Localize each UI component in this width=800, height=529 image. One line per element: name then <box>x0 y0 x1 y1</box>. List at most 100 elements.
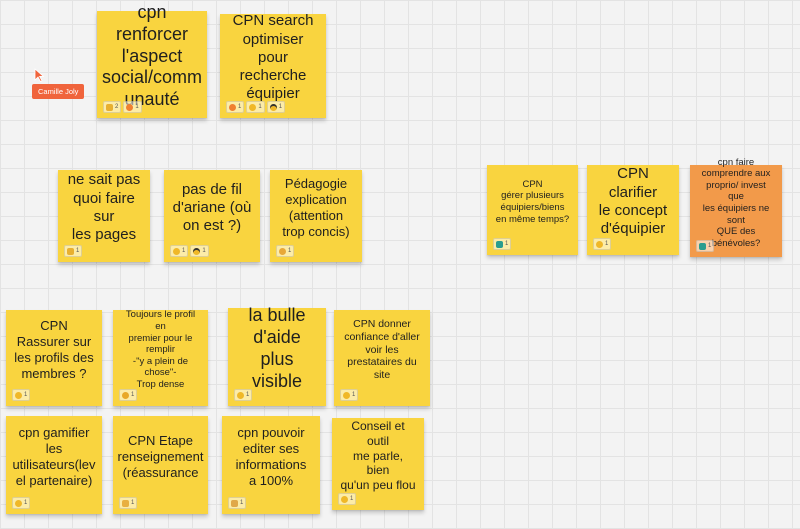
reaction-bar: 1 <box>234 389 253 401</box>
collaborator-name-tag: Camille Joly <box>32 84 85 99</box>
reaction-bar: 1 <box>12 497 31 509</box>
reaction-chip[interactable]: 1 <box>64 245 83 257</box>
note-text: CPN Etape renseignement (réassurance <box>117 433 204 480</box>
note-text: CPN search optimiser pour recherche équi… <box>232 12 314 103</box>
reaction-count: 1 <box>708 243 712 249</box>
heart-eyes-icon <box>126 103 134 111</box>
reaction-chip[interactable]: 1 <box>696 240 715 252</box>
frown-icon <box>122 391 129 399</box>
smile-icon <box>341 495 348 503</box>
reaction-chip[interactable]: 1 <box>119 497 138 509</box>
smile-icon <box>15 391 22 399</box>
note-text: CPN Rassurer sur les profils des membres… <box>14 318 94 381</box>
reaction-bar: 1 <box>340 389 359 401</box>
reaction-count: 1 <box>278 104 283 110</box>
reaction-count: 1 <box>605 241 609 247</box>
sticky-note[interactable]: cpn pouvoir editer ses informations a 10… <box>222 416 320 514</box>
sticky-note[interactable]: CPN clarifier le concept d'équipier 1 <box>587 165 679 255</box>
sticky-note[interactable]: la bulle d'aide plus visible 1 <box>228 305 326 406</box>
reaction-chip[interactable]: 1 <box>228 497 247 509</box>
reaction-chip[interactable]: 1 <box>170 245 189 257</box>
reaction-count: 1 <box>350 496 354 502</box>
note-text: Conseil et outil me parle, bien qu'un pe… <box>340 419 416 492</box>
note-text: cpn renforcer l'aspect social/comm unaut… <box>101 1 203 110</box>
thumbs-up-icon <box>67 247 74 255</box>
sticky-note[interactable]: cpn gamifier les utilisateurs(lev el par… <box>6 416 102 514</box>
reaction-count: 1 <box>238 104 242 110</box>
sticky-note[interactable]: CPN donner confiance d'aller voir les pr… <box>334 310 430 406</box>
sticky-note[interactable]: Conseil et outil me parle, bien qu'un pe… <box>332 418 424 510</box>
reaction-count: 1 <box>135 104 139 110</box>
reaction-chip[interactable]: 1 <box>493 238 512 250</box>
reaction-chip[interactable]: 1 <box>119 389 138 401</box>
reaction-count: 1 <box>24 500 28 506</box>
sunglasses-icon <box>193 247 201 255</box>
smile-icon <box>173 247 180 255</box>
reaction-chip[interactable]: 1 <box>234 389 253 401</box>
note-text: CPN gérer plusieurs équipiers/biens en m… <box>495 178 570 225</box>
thinking-icon <box>279 247 286 255</box>
reaction-bar: 1 1 1 <box>226 101 286 113</box>
reaction-bar: 1 <box>696 240 715 252</box>
reaction-count: 1 <box>505 241 509 247</box>
clap-icon <box>122 499 129 507</box>
smile-icon <box>237 391 244 399</box>
reaction-chip[interactable]: 1 <box>12 389 31 401</box>
note-text: la bulle d'aide plus visible <box>248 305 306 391</box>
note-text: pas de fil d'ariane (où on est ?) <box>172 180 252 235</box>
reaction-chip[interactable]: 1 <box>340 389 359 401</box>
reaction-bar: 1 <box>228 497 247 509</box>
reaction-count: 1 <box>24 392 28 398</box>
note-text: cpn gamifier les utilisateurs(lev el par… <box>12 425 96 488</box>
reaction-bar: 1 <box>593 238 612 250</box>
reaction-count: 1 <box>182 248 186 254</box>
sticky-note[interactable]: CPN gérer plusieurs équipiers/biens en m… <box>487 165 578 255</box>
smile-icon <box>249 103 257 111</box>
sticky-note[interactable]: pas de fil d'ariane (où on est ?) 1 1 <box>164 170 260 262</box>
sticky-note[interactable]: CPN search optimiser pour recherche équi… <box>220 12 326 118</box>
reaction-bar: 1 <box>119 389 138 401</box>
reaction-bar: 1 <box>64 245 83 257</box>
reaction-bar: 1 <box>276 245 295 257</box>
reaction-count: 1 <box>288 248 292 254</box>
reaction-chip[interactable]: 1 <box>266 101 286 113</box>
smile-icon <box>343 391 350 399</box>
reaction-bar: 2 1 <box>103 101 142 113</box>
reaction-chip[interactable]: 1 <box>246 101 265 113</box>
reaction-count: 1 <box>131 500 135 506</box>
reaction-bar: 1 1 <box>170 245 209 257</box>
raised-hand-icon <box>231 499 238 507</box>
sticky-note[interactable]: Pédagogie explication (attention trop co… <box>270 170 362 262</box>
smile-icon <box>596 240 603 248</box>
reaction-chip[interactable]: 1 <box>190 245 209 257</box>
sticky-note[interactable]: cpn faire comprendre aux proprio/ invest… <box>690 157 782 257</box>
note-text: CPN clarifier le concept d'équipier <box>598 165 668 238</box>
reaction-chip[interactable]: 1 <box>123 101 142 113</box>
sticky-note[interactable]: cpn renforcer l'aspect social/comm unaut… <box>97 2 207 118</box>
cursor-icon <box>34 68 44 82</box>
reaction-bar: 1 <box>12 389 31 401</box>
reaction-count: 1 <box>202 248 206 254</box>
reaction-chip[interactable]: 1 <box>12 497 31 509</box>
sticky-note[interactable]: Toujours le profil en premier pour le re… <box>113 309 208 406</box>
reaction-count: 1 <box>76 248 80 254</box>
reaction-count: 1 <box>131 392 135 398</box>
whiteboard-canvas[interactable]: Camille Joly cpn renforcer l'aspect soci… <box>0 0 800 529</box>
pointing-icon <box>699 242 706 250</box>
sticky-note[interactable]: ne sait pas quoi faire sur les pages 1 <box>58 170 150 262</box>
note-text: Pédagogie explication (attention trop co… <box>282 176 350 239</box>
reaction-chip[interactable]: 1 <box>276 245 295 257</box>
reaction-chip[interactable]: 1 <box>593 238 612 250</box>
note-text: cpn pouvoir editer ses informations a 10… <box>235 425 307 488</box>
reaction-chip[interactable]: 2 <box>103 101 122 113</box>
reaction-count: 1 <box>352 392 356 398</box>
reaction-bar: 1 <box>338 493 357 505</box>
reaction-count: 1 <box>246 392 250 398</box>
reaction-count: 1 <box>258 104 262 110</box>
reaction-chip[interactable]: 1 <box>338 493 357 505</box>
note-text: Toujours le profil en premier pour le re… <box>125 309 196 390</box>
reaction-chip[interactable]: 1 <box>226 101 245 113</box>
sticky-note[interactable]: CPN Rassurer sur les profils des membres… <box>6 310 102 406</box>
sticky-note[interactable]: CPN Etape renseignement (réassurance 1 <box>113 416 208 514</box>
note-text: cpn faire comprendre aux proprio/ invest… <box>701 156 771 249</box>
